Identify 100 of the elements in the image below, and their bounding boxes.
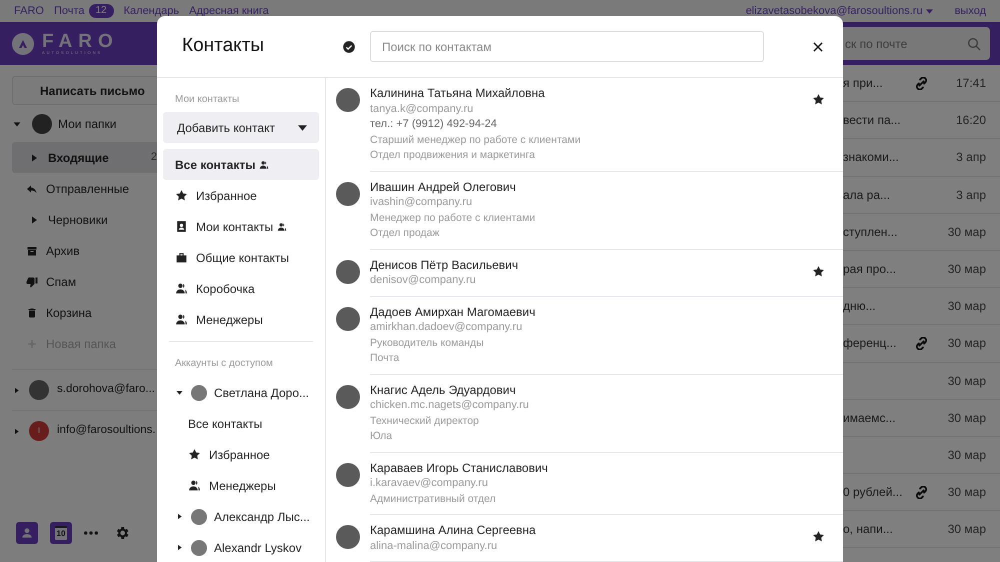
contact-group-item[interactable]: Избранное — [163, 180, 319, 211]
shared-account-label[interactable]: Александр Лыс... — [214, 508, 310, 526]
account-label[interactable]: info@farosoultions. — [57, 422, 156, 440]
avatar-photo-placeholder — [336, 525, 360, 549]
contact-detail: Руководитель команды — [370, 336, 485, 350]
close-button[interactable] — [811, 40, 825, 54]
people-icon — [175, 313, 188, 326]
people-icon — [175, 282, 188, 295]
star-icon — [188, 448, 201, 461]
mail-date: 30 мар — [948, 224, 986, 241]
avatar-photo-placeholder — [336, 462, 360, 486]
star-icon[interactable] — [812, 264, 825, 278]
avatar-photo-placeholder — [336, 384, 360, 408]
contact-group-label: Избранное — [196, 188, 257, 204]
avatar-placeholder — [32, 114, 52, 134]
folder-label: Архив — [46, 242, 81, 260]
caret-right-icon[interactable] — [175, 543, 184, 552]
contact-group-label: Коробочка — [196, 280, 255, 298]
plus-icon — [26, 338, 38, 350]
calendar-app-button[interactable]: 10 — [50, 522, 72, 544]
account-avatar — [29, 380, 49, 400]
contacts-app-button[interactable] — [16, 522, 38, 544]
contact-email: i.karavaev@company.ru — [370, 476, 489, 491]
contact-group-item[interactable]: Менеджеры — [163, 470, 319, 501]
unread-count-badge: 12 — [88, 4, 114, 18]
contact-name[interactable]: Калинина Татьяна Михайловна — [370, 86, 812, 102]
contact-group-item[interactable]: Коробочка — [163, 273, 319, 304]
mail-date: 17:41 — [956, 75, 986, 92]
search-icon — [966, 36, 982, 52]
contact-email: ivashin@company.ru — [370, 195, 474, 210]
folder-item[interactable]: Спам — [12, 266, 157, 297]
shared-account-label[interactable]: Alexandr Lyskov — [214, 538, 302, 556]
mail-date: 3 апр — [956, 186, 986, 204]
contact-email: tanya.k@company.ru — [370, 102, 474, 116]
account-avatar — [191, 508, 207, 524]
star-icon[interactable] — [812, 93, 825, 106]
logo-mark-icon — [12, 32, 34, 54]
contact-group-label: Мои контакты — [196, 218, 274, 236]
mail-snippet: вести па... — [843, 113, 901, 128]
contact-name[interactable]: Ивашин Андрей Олегович — [370, 180, 825, 195]
mail-snippet: рая про... — [843, 262, 896, 276]
contact-email: alina-malina@company.ru — [370, 538, 498, 554]
mail-snippet: дню... — [843, 299, 876, 314]
contact-group-item[interactable]: Мои контакты — [163, 211, 319, 242]
folder-group-label[interactable]: Мои папки — [58, 115, 116, 133]
contact-group-label: Все контакты — [175, 156, 256, 174]
caret-right-icon[interactable] — [175, 512, 184, 521]
contact-name[interactable]: Дадоев Амирхан Магомаевич — [370, 304, 825, 320]
mail-date: 30 мар — [948, 484, 986, 502]
contact-group-item[interactable]: Избранное — [163, 439, 319, 470]
contact-group-item[interactable]: Все контакты — [163, 408, 319, 439]
avatar-photo-placeholder — [336, 306, 360, 330]
add-contact-dropdown[interactable]: Добавить контакт — [163, 112, 319, 143]
contact-name[interactable]: Денисов Пётр Васильевич — [370, 258, 812, 273]
mail-date: 30 мар — [948, 410, 986, 427]
folder-item[interactable]: Входящие 2 — [12, 142, 157, 173]
mail-date: 30 мар — [948, 298, 986, 316]
folder-unread-count: 2 — [150, 150, 157, 166]
settings-icon — [114, 525, 130, 541]
contact-group-item[interactable]: Все контакты — [163, 149, 319, 180]
contact-name[interactable]: Кнагис Адель Эдуардович — [370, 382, 825, 398]
contact-detail: Почта — [370, 351, 400, 366]
contact-search-field[interactable]: Поиск по контактам — [370, 31, 764, 62]
section-label: Мои контакты — [174, 93, 240, 107]
contact-name[interactable]: Карамшина Алина Сергеевна — [370, 523, 812, 538]
shared-account-label[interactable]: Светлана Доро... — [214, 384, 310, 402]
contact-detail: Юла — [370, 429, 394, 444]
contact-detail: Отдел продвижения и маркетинга — [370, 148, 536, 163]
folder-item[interactable]: Отправленные — [12, 173, 157, 204]
folder-item[interactable]: Черновики — [12, 204, 157, 235]
account-avatar — [191, 384, 207, 400]
mail-date: 30 мар — [948, 261, 986, 278]
account-avatar: I — [29, 421, 49, 441]
mail-snippet: ступлен... — [843, 224, 898, 239]
contact-detail: Старший менеджер по работе с клиентами — [370, 132, 582, 148]
contact-group-label: Избранное — [209, 446, 270, 464]
contact-group-item[interactable]: Общие контакты — [163, 242, 319, 273]
mail-snippet: я при... — [843, 76, 883, 90]
archive-box-icon — [26, 244, 38, 256]
contact-detail: Отдел продаж — [370, 226, 440, 241]
contact-email: denisov@company.ru — [370, 273, 477, 288]
mail-snippet: о, напи... — [843, 522, 893, 536]
star-icon — [175, 189, 188, 202]
contact-name[interactable]: Караваев Игорь Станиславович — [370, 460, 825, 476]
mail-snippet: имаемс... — [843, 410, 896, 425]
folder-item[interactable]: Архив — [12, 235, 157, 266]
contact-email: amirkhan.dadoev@company.ru — [370, 320, 524, 335]
mail-date: 3 апр — [956, 149, 986, 166]
star-icon[interactable] — [812, 530, 825, 543]
caret-down-icon[interactable] — [175, 388, 184, 397]
folder-item[interactable]: Корзина — [12, 297, 157, 328]
account-label[interactable]: s.dorohova@faro... — [57, 381, 155, 399]
contact-group-label: Менеджеры — [209, 478, 276, 494]
contact-group-item[interactable]: Менеджеры — [163, 304, 319, 335]
more-icon[interactable] — [84, 531, 98, 535]
caret-down-icon — [298, 124, 307, 130]
contact-phone: тел.: +7 (9912) 492-94-24 — [370, 117, 498, 132]
person-icon — [20, 526, 34, 540]
folder-label: Входящие — [48, 150, 110, 166]
section-label: Аккаунты с доступом — [174, 357, 274, 371]
